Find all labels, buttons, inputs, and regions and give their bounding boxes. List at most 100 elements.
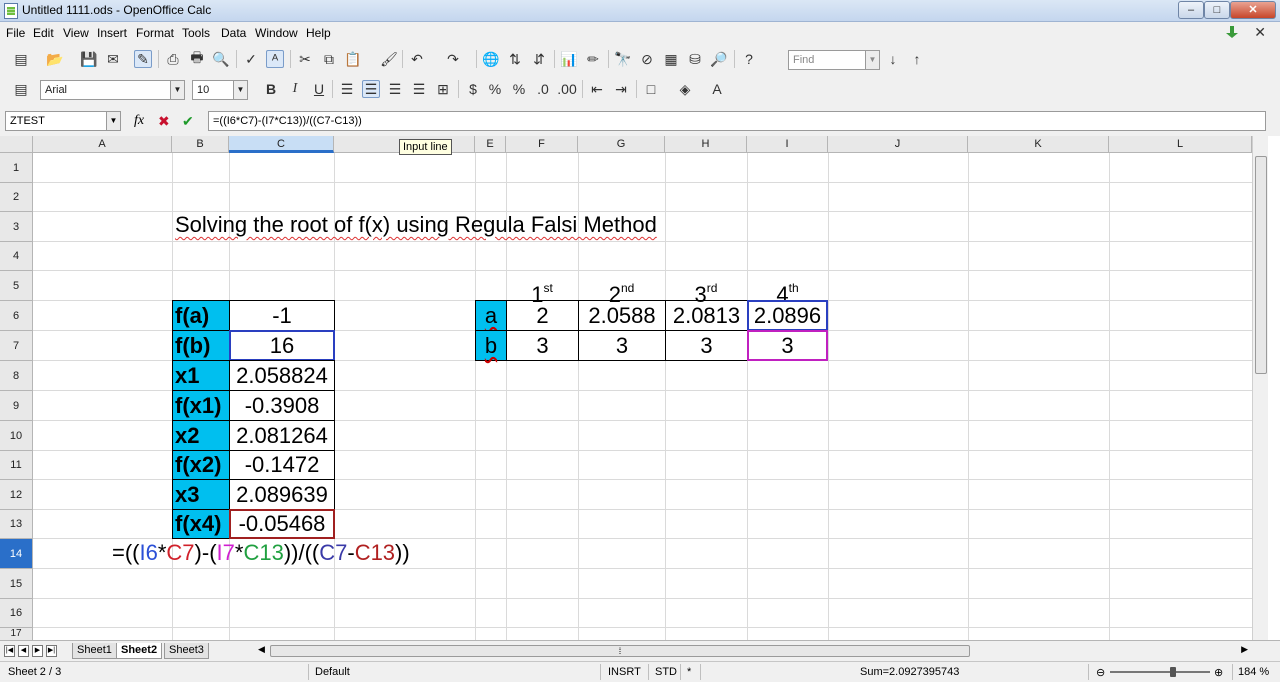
paste-icon[interactable]: 📋 [344,50,362,68]
column-header-j[interactable]: J [828,136,968,153]
align-left-icon[interactable]: ☰ [338,80,356,98]
row-header-9[interactable]: 9 [0,391,33,421]
scroll-left-icon[interactable]: ◀ [258,644,265,655]
accept-icon[interactable]: ✔ [182,113,194,130]
zoom-icon[interactable]: 🔎 [710,50,728,68]
scroll-right-icon[interactable]: ▶ [1241,644,1248,655]
column-header-h[interactable]: H [665,136,747,153]
column-header-k[interactable]: K [968,136,1109,153]
column-header-b[interactable]: B [172,136,229,153]
column-header-c[interactable]: C [229,136,334,153]
column-header-l[interactable]: L [1109,136,1252,153]
print-preview-icon[interactable]: 🔍 [212,50,230,68]
underline-button[interactable]: U [310,80,328,98]
value-cell-referenced[interactable]: -0.05468 [229,509,335,539]
increase-indent-icon[interactable]: ⇥ [612,80,630,98]
navigator-icon[interactable]: ⊘ [638,50,656,68]
active-cell-formula[interactable]: =((I6*C7)-(I7*C13))/((C7-C13)) [112,540,410,566]
selection-mode[interactable]: STD [655,666,677,678]
vertical-scrollbar[interactable] [1252,136,1268,640]
iteration-header-4[interactable]: 4th [747,271,828,307]
open-folder-icon[interactable]: 📂 [46,50,64,68]
value-cell[interactable]: -1 [229,300,335,331]
menu-window[interactable]: Window [255,26,298,40]
zoom-slider-thumb[interactable] [1170,667,1176,677]
cut-icon[interactable]: ✂ [296,50,314,68]
row-header-17[interactable]: 17 [0,628,33,640]
undo-icon[interactable]: ↶ [408,50,426,68]
tab-sheet3[interactable]: Sheet3 [164,643,209,659]
sort-ascending-icon[interactable]: ⇅ [506,50,524,68]
menu-help[interactable]: Help [306,26,331,40]
styles-formatting-icon[interactable]: ▤ [12,80,30,98]
row-header-11[interactable]: 11 [0,451,33,480]
column-header-f[interactable]: F [506,136,578,153]
chevron-down-icon[interactable]: ▼ [865,51,879,69]
percent-format-icon[interactable]: % [486,80,504,98]
zoom-in-icon[interactable]: ⊕ [1214,666,1223,679]
autospellcheck-icon[interactable]: ᴬ [266,50,284,68]
bold-button[interactable]: B [262,80,280,98]
function-wizard-icon[interactable]: fx [134,113,144,129]
input-line[interactable]: =((I6*C7)-(I7*C13))/((C7-C13)) [208,111,1266,131]
a-value-cell-referenced[interactable]: 2.0896 [747,300,828,331]
spellcheck-icon[interactable]: ✓ [242,50,260,68]
print-icon[interactable]: 🖶 [188,49,206,68]
justify-icon[interactable]: ☰ [410,80,428,98]
update-icon[interactable] [1224,25,1240,39]
value-cell[interactable]: 2.089639 [229,479,335,510]
label-cell[interactable]: f(x1) [172,390,230,421]
row-header-16[interactable]: 16 [0,599,33,628]
page-style[interactable]: Default [315,666,350,678]
find-replace-icon[interactable]: 🔭 [614,50,632,68]
sort-descending-icon[interactable]: ⇵ [530,50,548,68]
label-cell[interactable]: f(x4) [172,509,230,539]
zoom-level[interactable]: 184 % [1238,666,1269,678]
align-right-icon[interactable]: ☰ [386,80,404,98]
minimize-button[interactable]: – [1178,1,1204,19]
chart-icon[interactable]: 📊 [560,50,578,68]
export-pdf-icon[interactable]: ⎙ [164,50,182,68]
borders-icon[interactable]: □ [642,80,660,98]
edit-file-icon[interactable]: ✎ [134,50,152,68]
a-value-cell[interactable]: 2.0813 [665,300,748,331]
help-icon[interactable]: ? [740,50,758,68]
new-document-icon[interactable]: ▤ [12,50,30,68]
sheet-heading[interactable]: Solving the root of f(x) using Regula Fa… [175,212,657,238]
label-cell[interactable]: x1 [172,360,230,391]
iteration-header-2[interactable]: 2nd [578,271,665,307]
first-sheet-icon[interactable]: |◀ [4,645,15,657]
menu-file[interactable]: File [6,26,25,40]
redo-icon[interactable]: ↷ [444,50,462,68]
value-cell[interactable]: -0.3908 [229,390,335,421]
label-cell[interactable]: f(b) [172,330,230,361]
chevron-down-icon[interactable]: ▼ [170,81,184,99]
close-button[interactable]: ✕ [1230,1,1276,19]
clone-formatting-icon[interactable]: 🖌 [380,50,398,68]
row-label-b[interactable]: b [475,330,507,361]
row-header-1[interactable]: 1 [0,153,33,183]
hyperlink-icon[interactable]: 🌐 [482,50,500,68]
iteration-header-1[interactable]: 1st [506,271,578,307]
row-header-10[interactable]: 10 [0,421,33,451]
b-value-cell-referenced[interactable]: 3 [747,330,828,361]
find-next-icon[interactable]: ↓ [884,50,902,68]
background-color-icon[interactable]: ◈ [676,80,694,98]
merge-cells-icon[interactable]: ⊞ [434,80,452,98]
value-cell[interactable]: -0.1472 [229,450,335,480]
b-value-cell[interactable]: 3 [665,330,748,361]
label-cell[interactable]: f(x2) [172,450,230,480]
iteration-header-3[interactable]: 3rd [665,271,747,307]
menu-insert[interactable]: Insert [97,26,127,40]
row-header-8[interactable]: 8 [0,361,33,391]
row-header-13[interactable]: 13 [0,510,33,539]
spreadsheet-grid[interactable]: A B C D E F G H I J K L 1 2 3 4 5 6 7 8 … [0,136,1252,640]
standard-format-icon[interactable]: % [510,80,528,98]
b-value-cell[interactable]: 3 [578,330,666,361]
value-cell-referenced[interactable]: 16 [229,330,335,361]
row-header-7[interactable]: 7 [0,331,33,361]
last-sheet-icon[interactable]: ▶| [46,645,57,657]
data-sources-icon[interactable]: ⛁ [686,50,704,68]
row-header-5[interactable]: 5 [0,271,33,301]
column-header-g[interactable]: G [578,136,665,153]
